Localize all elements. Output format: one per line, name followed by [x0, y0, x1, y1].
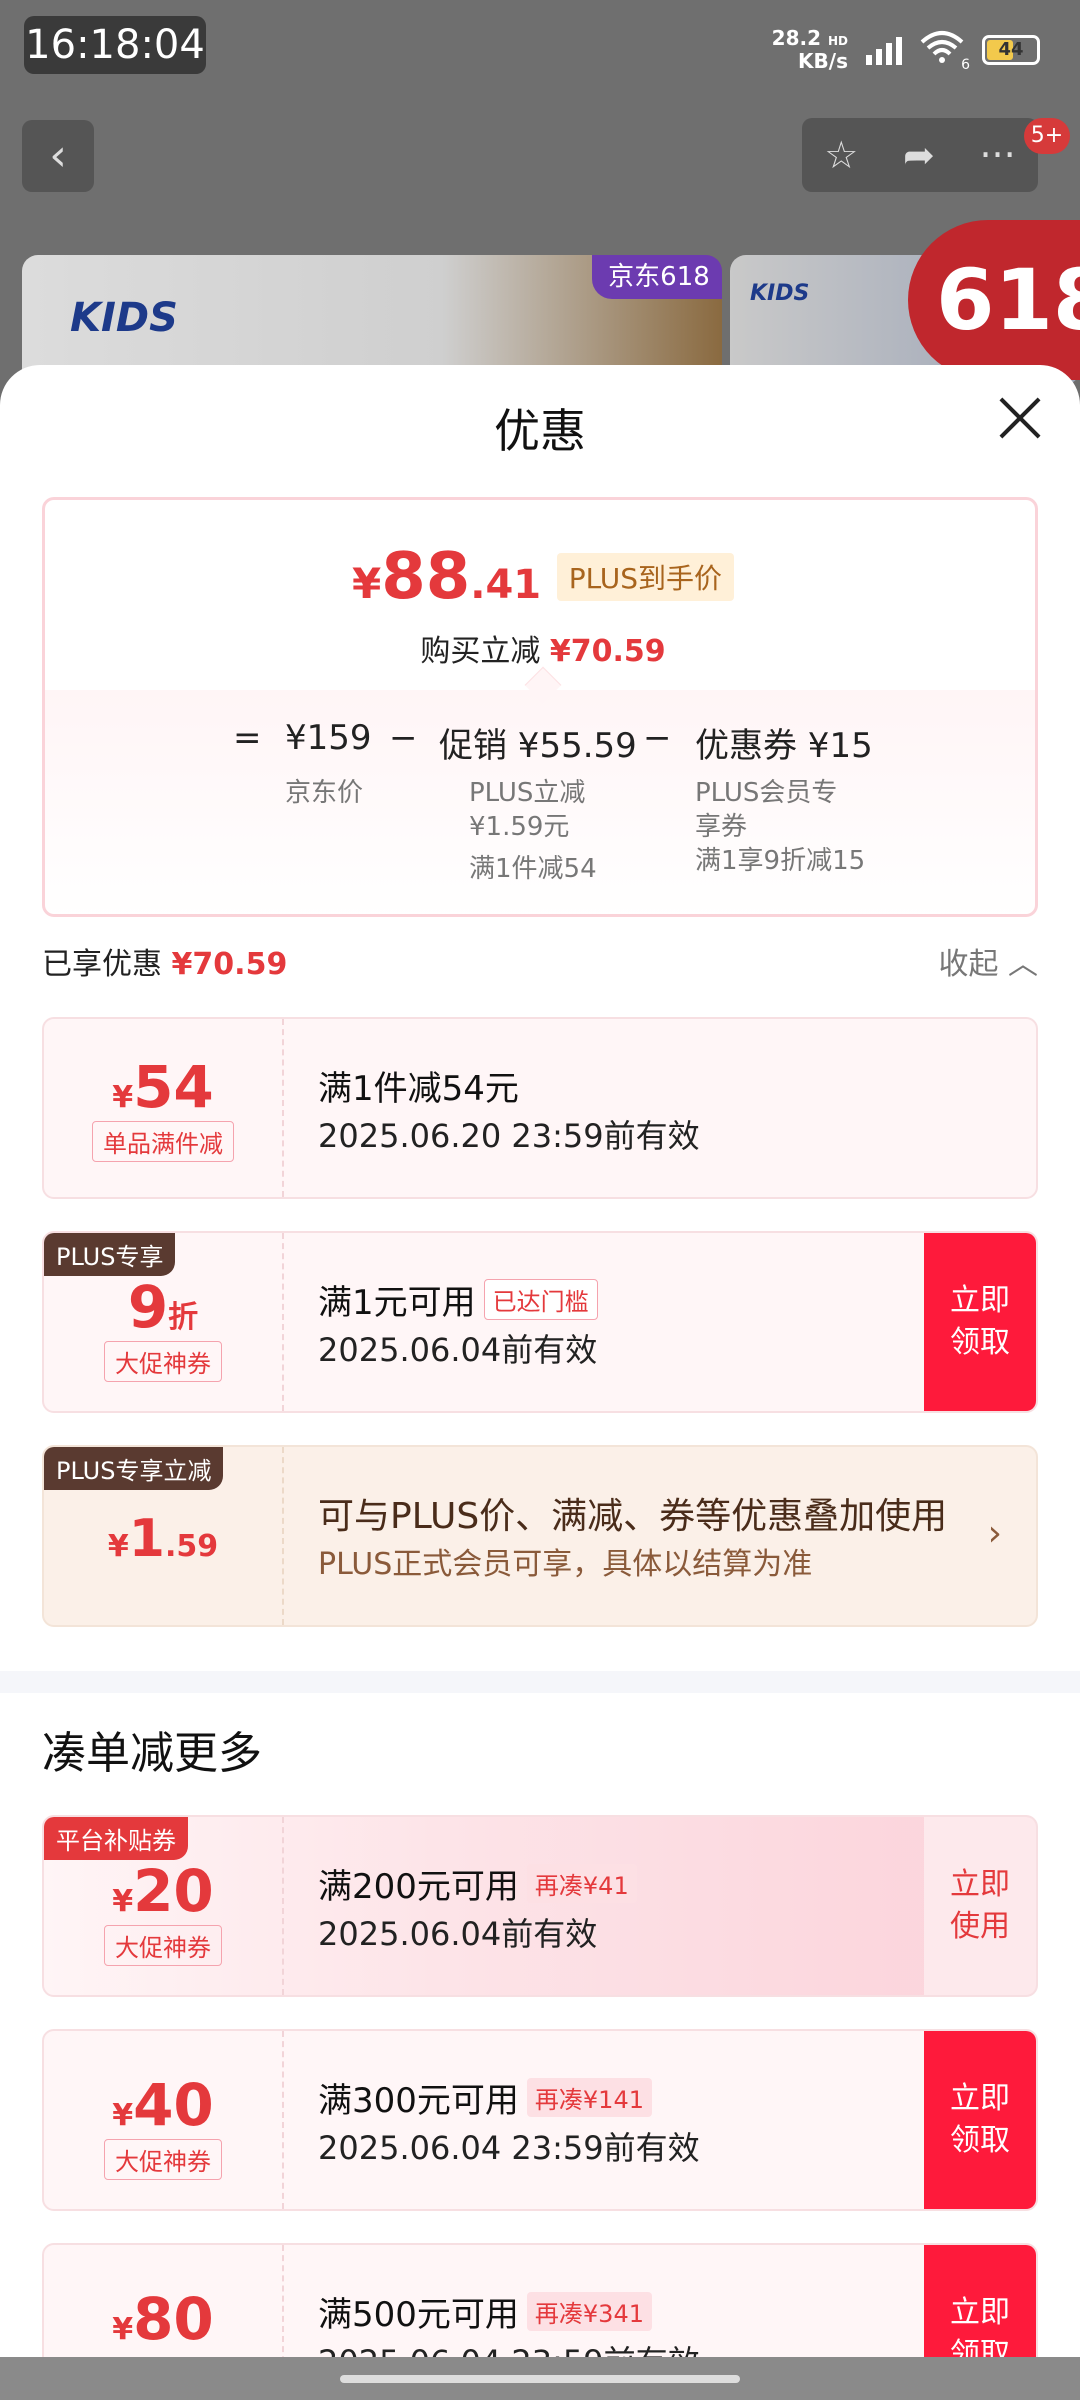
coupon-card: ¥40 大促神券 满300元可用 再凑¥141 2025.06.04 23:59前… [42, 2029, 1038, 2211]
coupon-type-tag: 大促神券 [104, 1341, 222, 1382]
wifi-sub: 6 [961, 57, 970, 73]
message-badge: 5+ [1024, 118, 1070, 154]
coupon-note: 享券 [695, 812, 748, 842]
price-symbol: ¥ [351, 559, 382, 608]
more-section-title: 凑单减更多 [42, 1728, 262, 1779]
chevron-up-icon: ︿ [1008, 947, 1038, 982]
banner-tag: 京东618 [592, 255, 722, 299]
wifi-icon: 6 [920, 30, 970, 73]
section-divider [0, 1671, 1080, 1693]
coupon-amount: ¥40 [112, 2071, 214, 2139]
equals-sign: = [233, 718, 262, 758]
chevron-right-icon: › [987, 1513, 1002, 1554]
minus-sign: − [643, 718, 672, 758]
minus-sign: − [389, 718, 418, 758]
caret-icon [524, 666, 562, 704]
more-icon[interactable]: ··· [979, 133, 1015, 177]
coupon-type-tag: 大促神券 [104, 2139, 222, 2180]
fill-more-tag: 再凑¥141 [526, 2078, 652, 2117]
plus-corner-tag: PLUS专享 [44, 1233, 176, 1276]
price-decimal: .41 [470, 562, 542, 608]
use-button[interactable]: 立即 使用 [924, 1817, 1036, 1995]
plus-subtitle: PLUS正式会员可享，具体以结算为准 [318, 1547, 813, 1582]
coupon-amount: ¥54 [112, 1053, 214, 1121]
coupon-amount: ¥20 [112, 1857, 214, 1925]
reduce-line: 购买立减 ¥70.59 [45, 626, 1041, 670]
coupon-left: ¥40 大促神券 [44, 2031, 284, 2209]
coupon-note: 满1享9折减15 [695, 846, 866, 876]
plus-price-tag: PLUS到手价 [556, 553, 735, 601]
coupon-amount: 9折 [127, 1273, 199, 1341]
fill-more-tag: 再凑¥41 [526, 1864, 637, 1903]
coupon-date: 2025.06.20 23:59前有效 [318, 1117, 700, 1155]
coupon-type-tag: 大促神券 [104, 1925, 222, 1966]
jd-price-label: 京东价 [285, 778, 364, 808]
coupon-card: 9折 大促神券 PLUS专享 满1元可用 已达门槛 2025.06.04前有效 立… [42, 1231, 1038, 1413]
fill-more-tag: 再凑¥341 [526, 2292, 652, 2331]
price-integer: 88 [381, 540, 471, 614]
signal-icon [866, 35, 902, 65]
price-summary: ¥88.41 PLUS到手价 购买立减 ¥70.59 = ¥159 − 促销 ¥… [42, 497, 1038, 917]
discount-sheet: 优惠 ¥88.41 PLUS到手价 购买立减 ¥70.59 = ¥159 − 促… [0, 365, 1080, 2400]
nav-actions: ☆ ➦ ··· [802, 118, 1038, 192]
coupon-title: 满200元可用 再凑¥41 [318, 1859, 637, 1908]
coupon-title: 满1件减54元 [318, 1069, 519, 1109]
sheet-title: 优惠 [494, 404, 586, 458]
reduce-amount: ¥70.59 [549, 634, 666, 669]
coupon-title: 满300元可用 再凑¥141 [318, 2073, 652, 2122]
banner-brand: KIDS [70, 295, 178, 341]
platform-corner-tag: 平台补贴券 [44, 1817, 188, 1860]
coupon-left: ¥54 单品满件减 [44, 1019, 284, 1197]
coupon-date: 2025.06.04前有效 [318, 1915, 598, 1953]
banner-right-brand: KIDS [750, 281, 810, 306]
promo-note: PLUS立减 [469, 778, 586, 808]
share-icon[interactable]: ➦ [903, 133, 935, 177]
claim-button[interactable]: 立即 领取 [924, 1233, 1036, 1411]
promo-note: ¥1.59元 [469, 812, 570, 842]
coupon-amount: ¥80 [112, 2285, 214, 2353]
plus-corner-tag: PLUS专享立减 [44, 1447, 224, 1490]
coupon-amount: ¥1.59 [107, 1509, 219, 1569]
coupon-card: ¥54 单品满件减 满1件减54元 2025.06.20 23:59前有效 [42, 1017, 1038, 1199]
network-tag: HD [827, 34, 848, 48]
plus-title: 可与PLUS价、满减、券等优惠叠加使用 [318, 1496, 948, 1537]
coupon-title: 满1元可用 已达门槛 [318, 1275, 598, 1324]
status-time: 16:18:04 [24, 16, 206, 74]
banner-618: 618 [908, 220, 1080, 380]
status-bar: 16:18:04 28.2 HD KB/s 6 44 [0, 0, 1080, 100]
coupon-date: 2025.06.04 23:59前有效 [318, 2129, 700, 2167]
coupon-date: 2025.06.04前有效 [318, 1331, 598, 1369]
coupon-amount: 优惠券 ¥15 [695, 726, 873, 766]
coupon-card: ¥20 大促神券 平台补贴券 满200元可用 再凑¥41 2025.06.04前有… [42, 1815, 1038, 1997]
close-icon[interactable] [998, 395, 1042, 439]
back-button[interactable]: ‹ [22, 120, 94, 192]
coupon-note: PLUS会员专 [695, 778, 838, 808]
reduce-label: 购买立减 [420, 634, 541, 669]
collapse-button[interactable]: 收起 ︿ [938, 939, 1038, 983]
net-speed-unit: KB/s [798, 49, 848, 73]
promo-note: 满1件减54 [469, 854, 597, 884]
battery-icon: 44 [982, 34, 1040, 65]
star-icon[interactable]: ☆ [824, 133, 858, 177]
jd-price: ¥159 [285, 718, 372, 758]
battery-level: 44 [998, 38, 1024, 60]
promo-amount: 促销 ¥55.59 [439, 726, 637, 766]
coupon-type-tag: 单品满件减 [92, 1121, 234, 1162]
enjoyed-row: 已享优惠 ¥70.59 收起 ︿ [42, 939, 1038, 989]
net-speed: 28.2 HD KB/s [772, 28, 848, 71]
plus-discount-card[interactable]: ¥1.59 PLUS专享立减 可与PLUS价、满减、券等优惠叠加使用 PLUS正… [42, 1445, 1038, 1627]
enjoyed-label: 已享优惠 ¥70.59 [42, 947, 288, 982]
threshold-tag: 已达门槛 [483, 1279, 598, 1320]
chevron-left-icon: ‹ [49, 130, 67, 181]
home-indicator[interactable] [340, 2375, 740, 2383]
enjoyed-amount: ¥70.59 [171, 947, 288, 982]
net-speed-value: 28.2 [771, 26, 822, 50]
claim-button[interactable]: 立即 领取 [924, 2031, 1036, 2209]
final-price: ¥88.41 PLUS到手价 [45, 540, 1041, 614]
coupon-title: 满500元可用 再凑¥341 [318, 2287, 652, 2336]
